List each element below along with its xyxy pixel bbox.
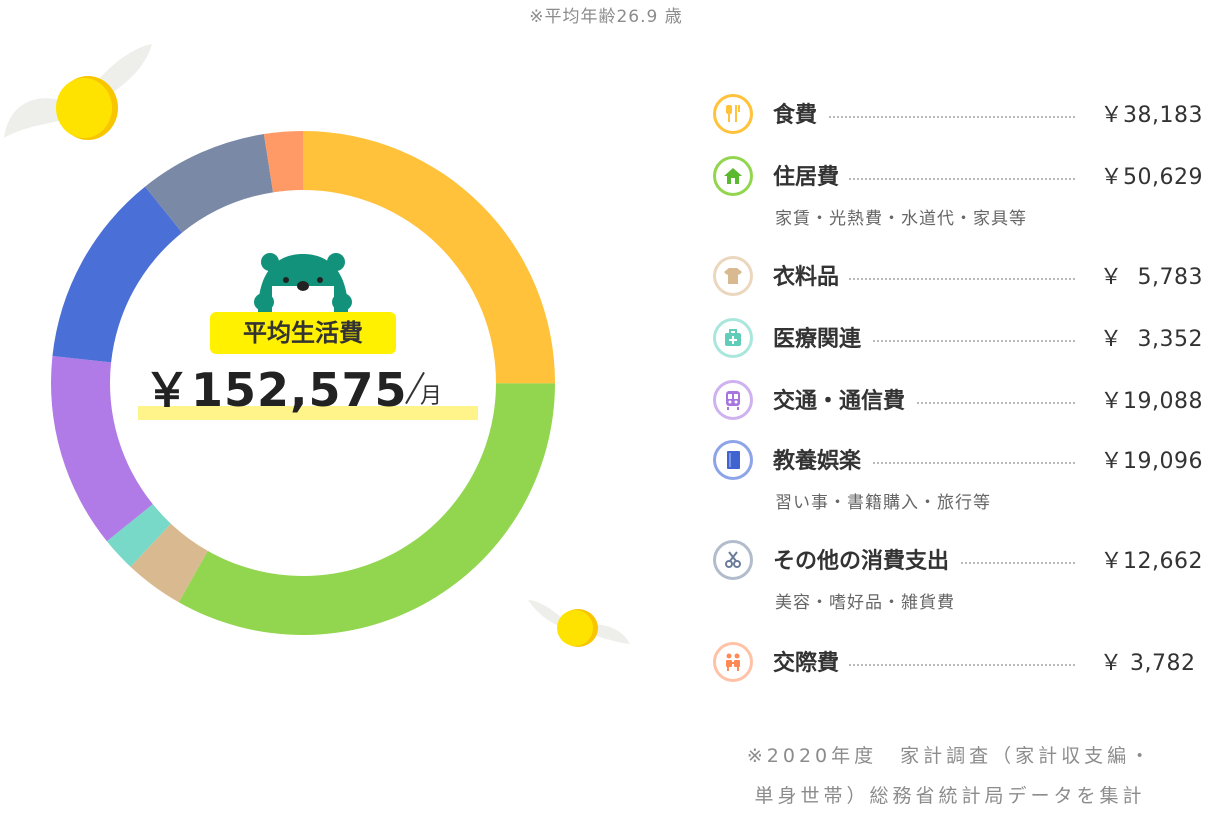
legend-value: ￥50,629: [1100, 165, 1203, 190]
scissors-icon: [713, 540, 753, 580]
total-unit: 月: [420, 384, 443, 409]
legend-name: その他の消費支出: [773, 543, 960, 575]
shirt-icon: [713, 256, 753, 296]
donut-slice-5: [52, 186, 183, 363]
legend-value: ￥19,088: [1100, 389, 1203, 414]
legend-sub-other: 美容・嗜好品・雑貨費: [775, 593, 955, 613]
source-line-1: ※2020年度 家計調査（家計収支編・: [746, 745, 1154, 767]
source-note: ※2020年度 家計調査（家計収支編・ 単身世帯）総務省統計局データを集計: [700, 736, 1200, 816]
medical-icon: [713, 318, 753, 358]
legend-item-clothing: 衣料品 ￥ 5,783: [713, 256, 1203, 300]
mascot-icon: [254, 253, 352, 312]
legend-item-education: 教養娯楽 ￥19,096: [713, 440, 1203, 484]
total-amount: ￥152,575: [144, 363, 408, 417]
legend-item-social: 交際費 ￥ 3,782: [713, 642, 1203, 686]
legend-name: 教養娯楽: [773, 443, 872, 475]
legend-name: 医療関連: [773, 321, 872, 353]
source-line-2: 単身世帯）総務省統計局データを集計: [754, 785, 1146, 807]
legend-name: 住居費: [773, 159, 850, 191]
legend-item-food: 食費 ￥38,183: [713, 94, 1203, 138]
legend-item-transport: 交通・通信費 ￥19,088: [713, 380, 1203, 424]
legend-value: ￥12,662: [1100, 549, 1203, 574]
people-icon: [713, 642, 753, 682]
legend-sub-education: 習い事・書籍購入・旅行等: [775, 493, 991, 513]
food-icon: [713, 94, 753, 134]
legend-item-medical: 医療関連 ￥ 3,352: [713, 318, 1203, 362]
legend-sub-housing: 家賃・光熱費・水道代・家具等: [775, 209, 1027, 229]
legend-value: ￥ 3,782: [1100, 651, 1203, 676]
house-icon: [713, 156, 753, 196]
legend-value: ￥ 3,352: [1100, 327, 1203, 352]
legend-name: 交際費: [773, 645, 850, 677]
legend-name: 衣料品: [773, 259, 850, 291]
legend-name: 食費: [773, 97, 828, 129]
legend-item-housing: 住居費 ￥50,629: [713, 156, 1203, 200]
legend-name: 交通・通信費: [773, 383, 916, 415]
legend-value: ￥38,183: [1100, 103, 1203, 128]
legend-value: ￥19,096: [1100, 449, 1203, 474]
train-icon: [713, 380, 753, 420]
legend-item-other: その他の消費支出 ￥12,662: [713, 540, 1203, 584]
legend-value: ￥ 5,783: [1100, 265, 1203, 290]
book-icon: [713, 440, 753, 480]
average-cost-label: 平均生活費: [210, 312, 396, 354]
